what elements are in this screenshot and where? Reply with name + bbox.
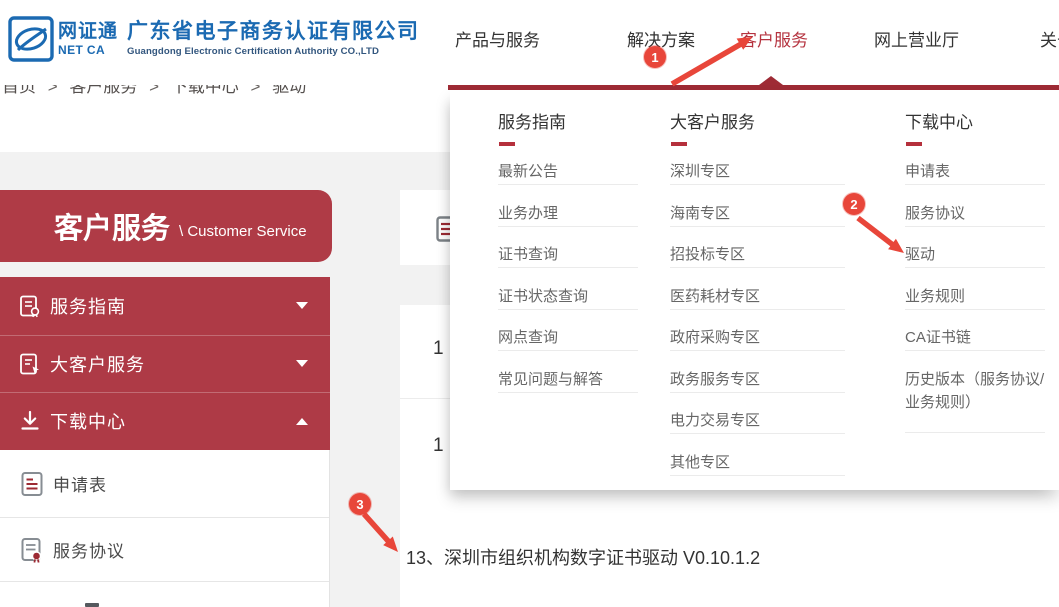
- sidebar-item-label: 大客户服务: [50, 351, 145, 377]
- sidebar-submenu: 申请表 服务协议: [0, 450, 330, 607]
- mega-item-hainan-zone[interactable]: 海南专区: [670, 193, 845, 235]
- sidebar-subitem-label: 申请表: [53, 471, 107, 496]
- sidebar-item-key-accounts[interactable]: 大客户服务: [0, 335, 330, 393]
- mega-item-certificate-query[interactable]: 证书查询: [498, 234, 638, 276]
- mega-item-branch-query[interactable]: 网点查询: [498, 317, 638, 359]
- customer-service-mega-menu: 服务指南 最新公告 业务办理 证书查询 证书状态查询 网点查询 常见问题与解答 …: [450, 90, 1059, 490]
- mega-item-faq[interactable]: 常见问题与解答: [498, 359, 638, 401]
- title-underline-dash: [671, 142, 687, 146]
- sidebar-subitem-service-agreement[interactable]: 服务协议: [0, 518, 329, 582]
- mega-item-application-form[interactable]: 申请表: [905, 151, 1045, 193]
- header: 网证通 NET CA 广东省电子商务认证有限公司 Guangdong Elect…: [0, 0, 1059, 85]
- sidebar-subitem-label: 服务协议: [53, 537, 125, 562]
- sidebar-next-item-fragment: [85, 603, 99, 607]
- company-name-en: Guangdong Electronic Certification Autho…: [127, 47, 420, 57]
- title-underline-dash: [906, 142, 922, 146]
- mega-item-driver[interactable]: 驱动: [905, 234, 1045, 276]
- chevron-down-icon: [296, 360, 308, 367]
- mega-item-medical-consumables-zone[interactable]: 医药耗材专区: [670, 276, 845, 318]
- logo-en: NET CA: [58, 44, 118, 56]
- nav-online-hall[interactable]: 网上营业厅: [874, 26, 959, 51]
- mega-item-business-handling[interactable]: 业务办理: [498, 193, 638, 235]
- mega-item-service-agreement[interactable]: 服务协议: [905, 193, 1045, 235]
- sidebar-title: 客户服务 \ Customer Service: [0, 190, 332, 262]
- mega-column-title[interactable]: 下载中心: [905, 108, 973, 133]
- nav-solutions[interactable]: 解决方案: [627, 26, 695, 51]
- doc-pointer-icon: [18, 352, 42, 376]
- chevron-up-icon: [296, 418, 308, 425]
- mega-item-latest-announcements[interactable]: 最新公告: [498, 151, 638, 193]
- certificate-doc-icon: [18, 294, 42, 318]
- sidebar-item-service-guide[interactable]: 服务指南: [0, 277, 330, 335]
- mega-item-power-trading-zone[interactable]: 电力交易专区: [670, 400, 845, 442]
- chevron-down-icon: [296, 302, 308, 309]
- sidebar-title-en: \ Customer Service: [179, 223, 307, 240]
- mega-item-bidding-zone[interactable]: 招投标专区: [670, 234, 845, 276]
- logo-text: 网证通 NET CA: [58, 22, 118, 56]
- title-underline-dash: [499, 142, 515, 146]
- form-doc-icon: [20, 471, 44, 497]
- sidebar-menu: 服务指南 大客户服务 下载中心: [0, 277, 330, 450]
- nav-products-services[interactable]: 产品与服务: [455, 26, 540, 51]
- mega-item-gov-procurement-zone[interactable]: 政府采购专区: [670, 317, 845, 359]
- company-name-cn: 广东省电子商务认证有限公司: [127, 21, 420, 42]
- list-item-driver-13[interactable]: 13、深圳市组织机构数字证书驱动 V0.10.1.2: [406, 544, 760, 570]
- mega-column-title[interactable]: 大客户服务: [670, 108, 755, 133]
- sidebar-item-label: 服务指南: [50, 293, 126, 319]
- download-icon: [18, 409, 42, 433]
- logo-cn: 网证通: [58, 22, 118, 41]
- list-item[interactable]: 1: [433, 435, 444, 457]
- sidebar-subitem-application-form[interactable]: 申请表: [0, 450, 329, 518]
- page: 首页 > 客户服务 > 下载中心 > 驱动 1 1 13、深圳市组织机构数字证书…: [0, 0, 1059, 607]
- menu-pointer-caret: [759, 76, 783, 85]
- agreement-doc-icon: [20, 537, 44, 563]
- sidebar-item-download-center[interactable]: 下载中心: [0, 392, 330, 450]
- mega-item-gov-services-zone[interactable]: 政务服务专区: [670, 359, 845, 401]
- sidebar-item-label: 下载中心: [50, 408, 126, 434]
- mega-item-certificate-status-query[interactable]: 证书状态查询: [498, 276, 638, 318]
- mega-column-title[interactable]: 服务指南: [498, 108, 566, 133]
- mega-item-other-zone[interactable]: 其他专区: [670, 442, 845, 484]
- nav-customer-service[interactable]: 客户服务: [740, 26, 808, 51]
- mega-item-ca-cert-chain[interactable]: CA证书链: [905, 317, 1045, 359]
- step-badge-3: 3: [349, 493, 371, 515]
- mega-item-history-versions[interactable]: 历史版本（服务协议/业务规则）: [905, 359, 1045, 439]
- mega-item-business-rules[interactable]: 业务规则: [905, 276, 1045, 318]
- logo[interactable]: 网证通 NET CA 广东省电子商务认证有限公司 Guangdong Elect…: [8, 16, 420, 62]
- company-name: 广东省电子商务认证有限公司 Guangdong Electronic Certi…: [127, 21, 420, 57]
- netca-logo-icon: [8, 16, 54, 62]
- nav-about[interactable]: 关于: [1040, 26, 1059, 51]
- mega-item-shenzhen-zone[interactable]: 深圳专区: [670, 151, 845, 193]
- list-item[interactable]: 1: [433, 338, 444, 360]
- sidebar-title-cn: 客户服务: [54, 205, 170, 247]
